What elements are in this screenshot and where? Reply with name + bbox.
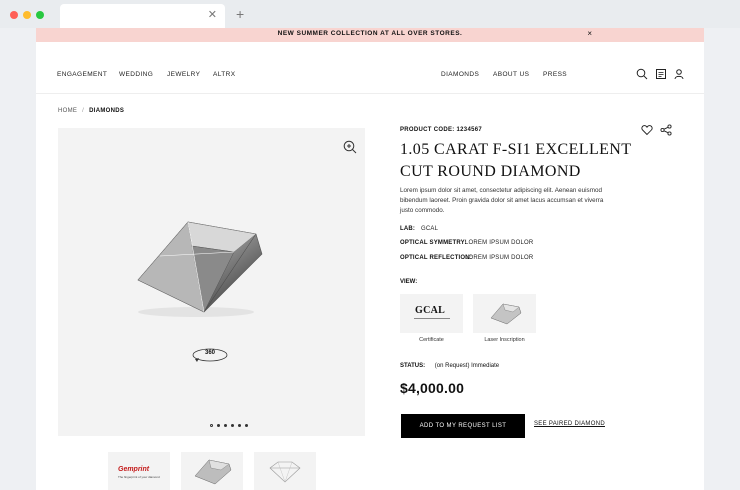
account-icon[interactable] bbox=[655, 68, 667, 80]
product-price: $4,000.00 bbox=[400, 380, 465, 396]
diamond-diagram-image bbox=[269, 461, 301, 483]
product-gallery[interactable]: 360 bbox=[58, 128, 365, 436]
maximize-window-button[interactable] bbox=[36, 11, 44, 19]
spec-lab-label: LAB: bbox=[400, 226, 416, 232]
thumbnail-diamond[interactable] bbox=[181, 452, 243, 490]
new-tab-icon[interactable]: + bbox=[236, 6, 244, 22]
gallery-pagination bbox=[210, 414, 252, 427]
view-label: VIEW: bbox=[400, 279, 418, 285]
spin-360-button[interactable]: 360 bbox=[191, 343, 229, 367]
gemprint-logo: Gemprint bbox=[118, 466, 150, 473]
spec-reflection-value: LOREM IPSUM DOLOR bbox=[465, 255, 534, 261]
gallery-dot[interactable] bbox=[210, 424, 213, 427]
thumbnail-diagram[interactable] bbox=[254, 452, 316, 490]
minimize-window-button[interactable] bbox=[23, 11, 31, 19]
diamond-image bbox=[137, 221, 263, 317]
page: NEW SUMMER COLLECTION AT ALL OVER STORES… bbox=[36, 28, 704, 490]
browser-window: ✕ + NEW SUMMER COLLECTION AT ALL OVER ST… bbox=[0, 0, 740, 490]
laser-inscription-caption: Laser Inscription bbox=[484, 337, 525, 343]
thumbnail-gemprint[interactable]: Gemprint The fingerprint of your diamond bbox=[108, 452, 170, 490]
close-window-button[interactable] bbox=[10, 11, 18, 19]
zoom-icon[interactable] bbox=[343, 140, 357, 154]
spec-symmetry-label: OPTICAL SYMMETRY: bbox=[400, 240, 467, 246]
breadcrumb-home[interactable]: HOME bbox=[58, 108, 77, 114]
share-icon[interactable] bbox=[660, 124, 672, 136]
spin-label: 360 bbox=[204, 350, 215, 356]
nav-diamonds[interactable]: DIAMONDS bbox=[441, 71, 479, 78]
product-title: 1.05 CARAT F-SI1 EXCELLENT CUT ROUND DIA… bbox=[400, 141, 632, 180]
nav-press[interactable]: PRESS bbox=[543, 71, 567, 78]
gcal-logo-underline bbox=[414, 318, 450, 319]
status-row: STATUS: (on Request) Immediate bbox=[400, 363, 499, 369]
nav-engagement[interactable]: ENGAGEMENT bbox=[57, 71, 107, 78]
diamond-thumb-image bbox=[194, 459, 232, 485]
nav-wedding[interactable]: WEDDING bbox=[119, 71, 153, 78]
nav-about-us[interactable]: ABOUT US bbox=[493, 71, 529, 78]
breadcrumb: HOME / DIAMONDS bbox=[58, 108, 124, 114]
status-label: STATUS: bbox=[400, 363, 426, 369]
laser-inscription-card[interactable] bbox=[473, 294, 536, 333]
user-icon[interactable] bbox=[673, 68, 685, 80]
spec-symmetry-value: LOREM IPSUM DOLOR bbox=[465, 240, 534, 246]
add-to-request-list-button[interactable]: ADD TO MY REQUEST LIST bbox=[401, 414, 525, 438]
nav-jewelry[interactable]: JEWELRY bbox=[167, 71, 200, 78]
heart-icon[interactable] bbox=[641, 124, 653, 136]
gallery-dot[interactable] bbox=[238, 424, 241, 427]
browser-tab[interactable]: ✕ bbox=[60, 4, 225, 28]
spec-lab-value: GCAL bbox=[421, 226, 439, 232]
spec-reflection-label: OPTICAL REFLECTION: bbox=[400, 255, 473, 261]
breadcrumb-current: DIAMONDS bbox=[89, 108, 125, 114]
gallery-dot[interactable] bbox=[231, 424, 234, 427]
main-nav: ENGAGEMENT WEDDING JEWELRY ALTRX DIAMOND… bbox=[36, 42, 704, 94]
gallery-dot[interactable] bbox=[217, 424, 220, 427]
product-code: PRODUCT CODE: 1234567 bbox=[400, 127, 482, 133]
tab-close-icon[interactable]: ✕ bbox=[208, 8, 217, 21]
gallery-dot[interactable] bbox=[245, 424, 248, 427]
browser-tabbar: ✕ + bbox=[0, 0, 740, 28]
gcal-logo: GCAL bbox=[415, 305, 446, 316]
promo-banner: NEW SUMMER COLLECTION AT ALL OVER STORES… bbox=[36, 28, 704, 42]
promo-close-icon[interactable]: × bbox=[587, 29, 592, 38]
certificate-card[interactable]: GCAL bbox=[400, 294, 463, 333]
gemprint-tagline: The fingerprint of your diamond bbox=[118, 475, 160, 479]
product-description: Lorem ipsum dolor sit amet, consectetur … bbox=[400, 187, 604, 214]
certificate-caption: Certificate bbox=[419, 337, 444, 343]
gallery-dot[interactable] bbox=[224, 424, 227, 427]
see-paired-diamond-link[interactable]: SEE PAIRED DIAMOND bbox=[534, 421, 605, 427]
search-icon[interactable] bbox=[636, 68, 648, 80]
status-value: (on Request) Immediate bbox=[434, 363, 500, 369]
laser-inscription-image bbox=[490, 303, 522, 325]
breadcrumb-separator: / bbox=[82, 108, 85, 114]
promo-text: NEW SUMMER COLLECTION AT ALL OVER STORES… bbox=[277, 30, 463, 37]
nav-altrx[interactable]: ALTRX bbox=[213, 71, 235, 78]
